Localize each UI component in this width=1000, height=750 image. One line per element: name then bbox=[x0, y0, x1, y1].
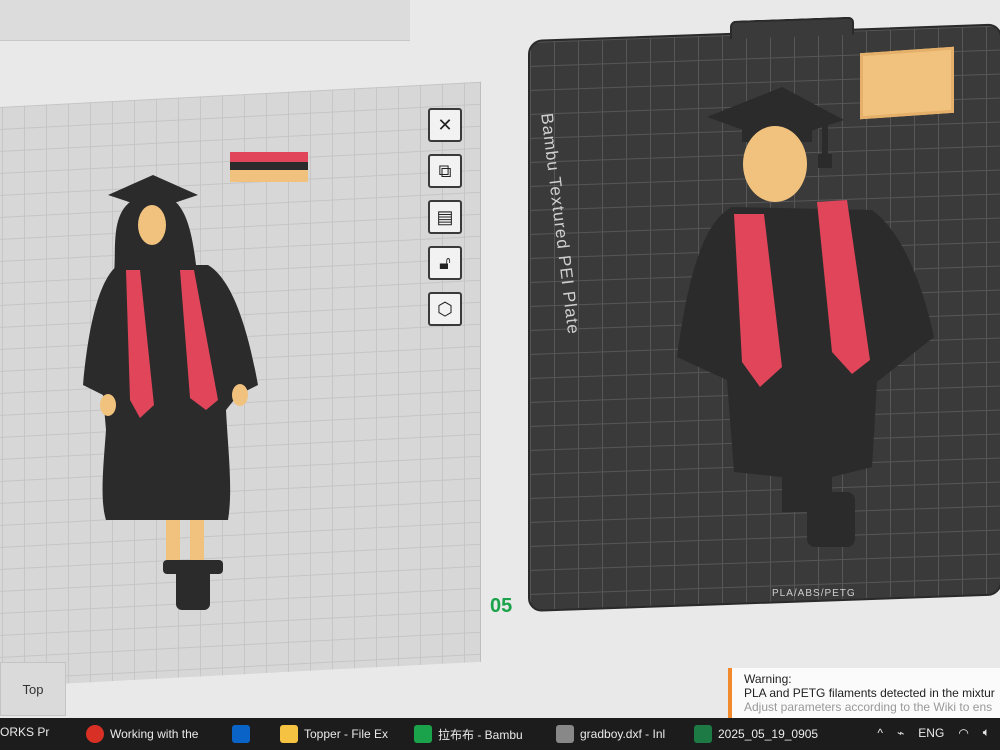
excel-icon bbox=[694, 725, 712, 743]
top-view-label: Top bbox=[22, 681, 44, 697]
warning-line2: Adjust parameters according to the Wiki … bbox=[744, 700, 993, 714]
plate-number[interactable]: 05 bbox=[490, 595, 512, 618]
flag-model[interactable] bbox=[230, 150, 310, 186]
chrome-icon bbox=[86, 725, 104, 743]
auto-orient-button[interactable]: ▤ bbox=[428, 200, 462, 234]
taskbar-item-excel[interactable]: 2025_05_19_0905 bbox=[694, 725, 818, 743]
plate-material-label: PLA/ABS/PETG bbox=[772, 588, 856, 599]
stand-base-boy bbox=[807, 492, 855, 547]
face-shape bbox=[138, 205, 166, 245]
hexagon-settings-icon: ⬡ bbox=[437, 298, 453, 319]
close-plate-button[interactable]: ✕ bbox=[428, 108, 462, 142]
plate-settings-button[interactable]: ⬡ bbox=[428, 292, 462, 326]
gown-shape bbox=[83, 265, 258, 520]
taskbar-item-solidworks[interactable]: ORKS Pr bbox=[0, 725, 49, 739]
tray-language[interactable]: ENG bbox=[918, 726, 944, 740]
plate-tab bbox=[730, 16, 854, 39]
taskbar-item-outlook[interactable] bbox=[232, 725, 250, 743]
top-view-button[interactable]: Top bbox=[0, 662, 66, 716]
warning-line1: PLA and PETG filaments detected in the m… bbox=[744, 686, 995, 700]
flag-model-right[interactable] bbox=[860, 46, 954, 120]
taskbar-label: ORKS Pr bbox=[0, 725, 50, 739]
taskbar-item-file-explorer[interactable]: Topper - File Ex bbox=[280, 725, 388, 743]
taskbar-label: 拉布布 - Bambu bbox=[438, 727, 523, 742]
lock-plate-button[interactable]: 🔓︎ bbox=[428, 246, 462, 280]
graduate-girl-model[interactable] bbox=[78, 170, 268, 620]
warning-title: Warning: bbox=[744, 672, 792, 686]
network-icon[interactable]: ⌁ bbox=[897, 726, 904, 740]
gown-shape-boy bbox=[677, 207, 934, 512]
inkscape-icon bbox=[556, 725, 574, 743]
volume-icon[interactable]: 🔈︎ bbox=[983, 725, 990, 740]
taskbar-label: gradboy.dxf - Inl bbox=[580, 727, 666, 741]
bambu-studio-icon bbox=[414, 725, 432, 743]
system-tray: ^ ⌁ ENG ◠ 🔈︎ bbox=[877, 725, 990, 740]
taskbar-item-bambu[interactable]: 拉布布 - Bambu bbox=[414, 725, 523, 743]
layout-icon: ▤ bbox=[436, 206, 454, 227]
unlock-icon: 🔓︎ bbox=[439, 252, 451, 273]
folder-icon bbox=[280, 725, 298, 743]
taskbar-label: Working with the bbox=[110, 727, 199, 741]
taskbar-item-inkscape[interactable]: gradboy.dxf - Inl bbox=[556, 725, 665, 743]
taskbar-label: 2025_05_19_0905 bbox=[718, 727, 819, 741]
chevron-up-icon[interactable]: ^ bbox=[877, 726, 883, 740]
wifi-icon[interactable]: ◠ bbox=[958, 726, 968, 740]
taskbar-item-chrome[interactable]: Working with the bbox=[86, 725, 198, 743]
close-icon: ✕ bbox=[437, 114, 453, 135]
plate-toolbar: ✕ ⧉ ▤ 🔓︎ ⬡ bbox=[428, 108, 468, 338]
taskbar-label: Topper - File Ex bbox=[304, 727, 389, 741]
warning-notification[interactable]: Warning: PLA and PETG filaments detected… bbox=[728, 668, 1000, 720]
outlook-icon bbox=[232, 725, 250, 743]
arrange-icon: ⧉ bbox=[438, 160, 452, 181]
graduate-boy-model[interactable] bbox=[672, 82, 942, 552]
face-shape-boy bbox=[743, 126, 807, 202]
auto-arrange-button[interactable]: ⧉ bbox=[428, 154, 462, 188]
top-panel-strip bbox=[0, 0, 410, 41]
windows-taskbar: ORKS Pr Working with the Topper - File E… bbox=[0, 718, 1000, 750]
